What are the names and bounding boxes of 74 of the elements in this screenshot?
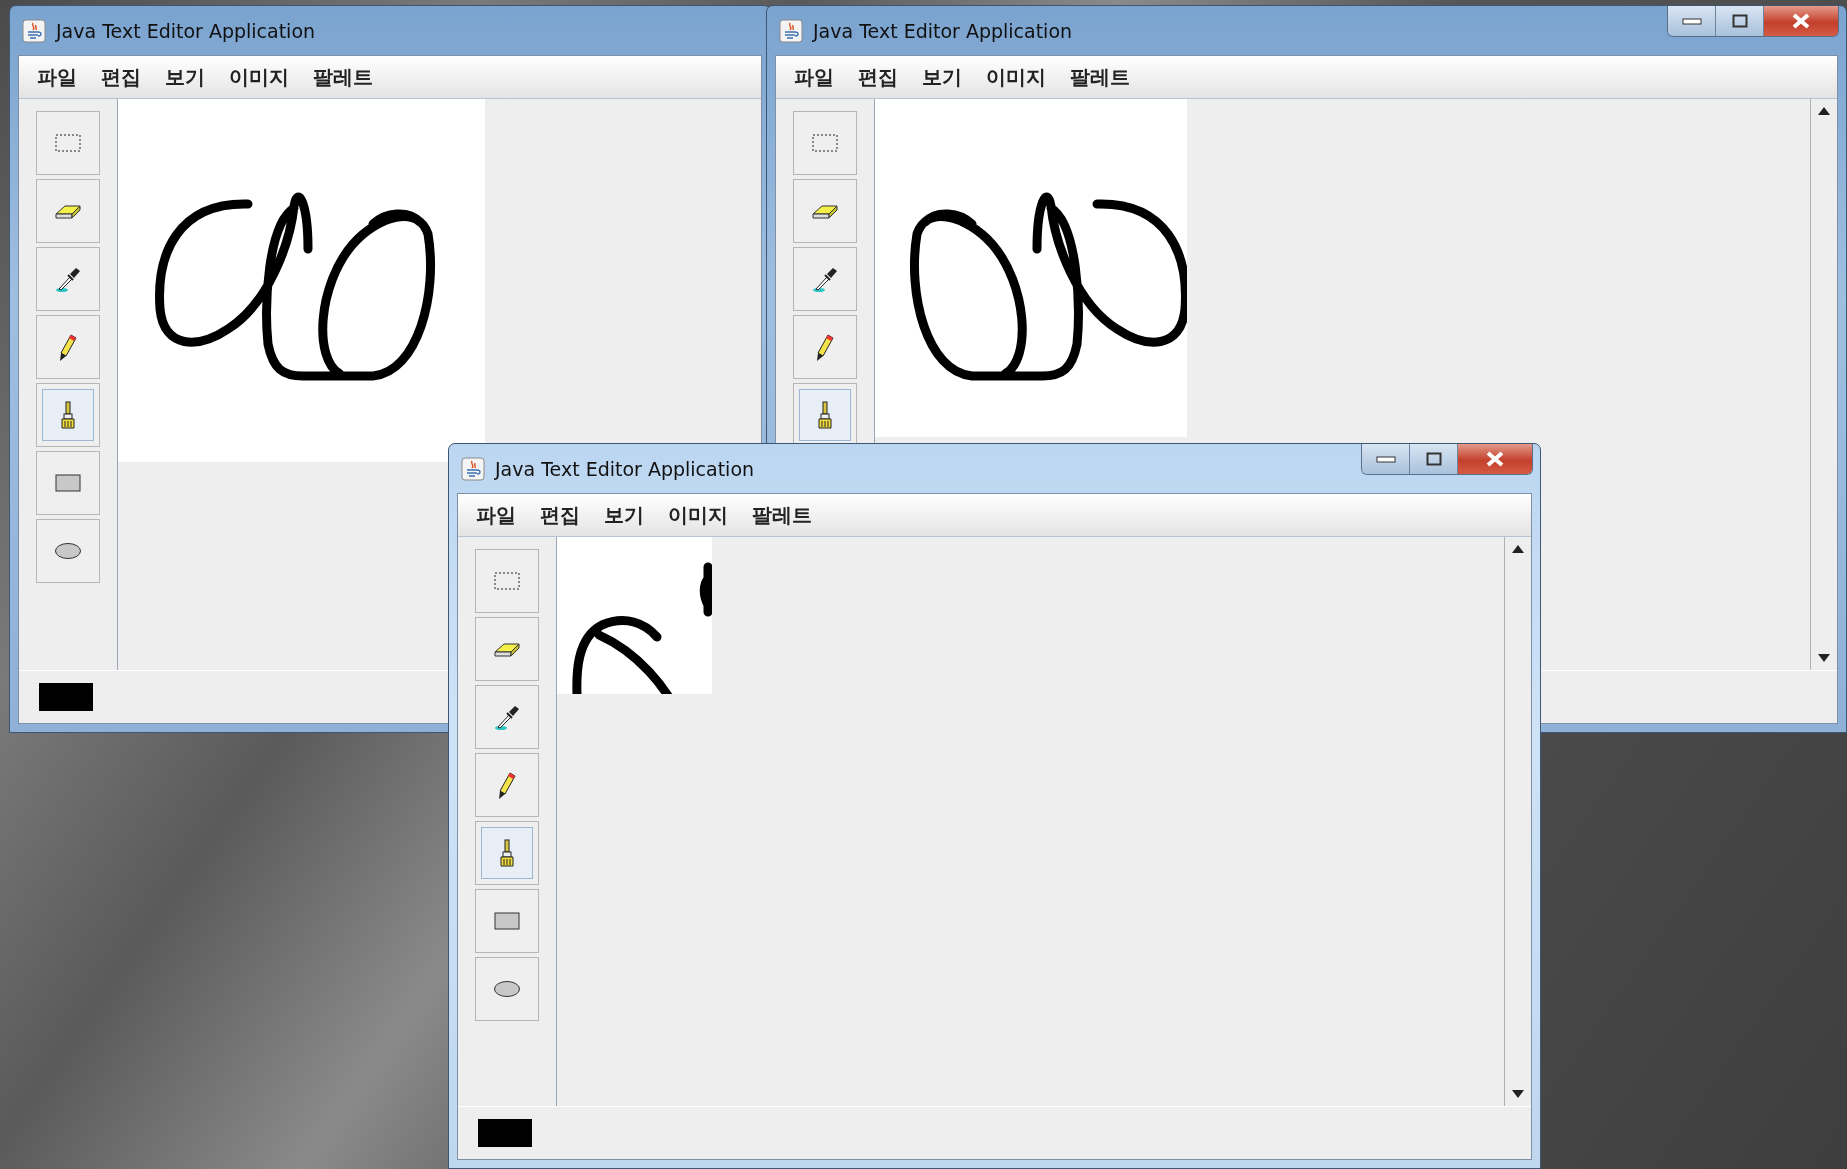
maximize-button[interactable]	[1410, 444, 1458, 474]
window-title: Java Text Editor Application	[495, 457, 755, 480]
coffee-cup-icon	[22, 18, 46, 43]
eraser-icon	[494, 640, 520, 658]
menu-item[interactable]: 파일	[466, 499, 526, 531]
eraser-icon	[812, 202, 838, 220]
pencil-icon	[58, 332, 78, 362]
tool-button[interactable]	[475, 617, 539, 681]
tool-button[interactable]	[36, 315, 100, 379]
eyedropper-icon	[54, 265, 82, 293]
brush-icon	[60, 401, 76, 429]
menu-item[interactable]: 팔레트	[303, 61, 383, 93]
tool-button[interactable]	[475, 889, 539, 953]
menu-item[interactable]: 편집	[530, 499, 590, 531]
maximize-icon	[1425, 452, 1442, 466]
menu-item[interactable]: 이미지	[976, 61, 1056, 93]
close-icon	[1486, 451, 1504, 467]
selection-icon	[55, 134, 81, 152]
minimize-icon	[1681, 17, 1702, 25]
pencil-icon	[815, 332, 835, 362]
tool-button[interactable]	[475, 685, 539, 749]
pencil-icon	[497, 770, 517, 800]
sketch-drawing[interactable]	[557, 537, 712, 694]
close-button[interactable]	[1458, 444, 1532, 474]
menu-item[interactable]: 파일	[784, 61, 844, 93]
minimize-button[interactable]	[1362, 444, 1410, 474]
selection-icon	[812, 134, 838, 152]
eyedropper-icon	[811, 265, 839, 293]
rectangle-icon	[55, 474, 81, 492]
ellipse-icon	[493, 980, 521, 998]
menu-item[interactable]: 파일	[27, 61, 87, 93]
eyedropper-icon	[493, 703, 521, 731]
tool-button[interactable]	[793, 247, 857, 311]
selection-icon	[494, 572, 520, 590]
menu-item[interactable]: 팔레트	[742, 499, 822, 531]
scroll-up-icon[interactable]	[1512, 545, 1524, 553]
close-button[interactable]	[1764, 6, 1838, 36]
menu-item[interactable]: 팔레트	[1060, 61, 1140, 93]
menu-item[interactable]: 이미지	[219, 61, 299, 93]
window-title: Java Text Editor Application	[813, 19, 1073, 42]
menu-item[interactable]: 보기	[594, 499, 654, 531]
eraser-icon	[55, 202, 81, 220]
tool-button[interactable]	[36, 179, 100, 243]
minimize-icon	[1375, 455, 1396, 463]
rectangle-icon	[494, 912, 520, 930]
menu-item[interactable]: 편집	[848, 61, 908, 93]
tool-button[interactable]	[36, 247, 100, 311]
minimize-button[interactable]	[1668, 6, 1716, 36]
scroll-down-icon[interactable]	[1512, 1090, 1524, 1098]
tool-button[interactable]	[36, 451, 100, 515]
menu-item[interactable]: 보기	[912, 61, 972, 93]
tool-button[interactable]	[36, 383, 100, 447]
tool-button[interactable]	[475, 821, 539, 885]
tool-button[interactable]	[475, 753, 539, 817]
coffee-cup-icon	[779, 18, 803, 43]
maximize-button[interactable]	[1716, 6, 1764, 36]
color-swatch[interactable]	[39, 683, 93, 711]
sketch-drawing[interactable]	[875, 99, 1187, 437]
coffee-cup-icon	[461, 456, 485, 481]
brush-icon	[499, 839, 515, 867]
menu-item[interactable]: 편집	[91, 61, 151, 93]
color-swatch[interactable]	[478, 1119, 532, 1147]
menu-item[interactable]: 보기	[155, 61, 215, 93]
brush-icon	[817, 401, 833, 429]
sketch-drawing[interactable]	[118, 99, 485, 462]
tool-button[interactable]	[793, 315, 857, 379]
scroll-up-icon[interactable]	[1818, 107, 1830, 115]
maximize-icon	[1731, 14, 1748, 28]
ellipse-icon	[54, 542, 82, 560]
menu-item[interactable]: 이미지	[658, 499, 738, 531]
window-title: Java Text Editor Application	[56, 19, 316, 42]
close-icon	[1792, 13, 1810, 29]
scroll-down-icon[interactable]	[1818, 654, 1830, 662]
tool-button[interactable]	[793, 179, 857, 243]
